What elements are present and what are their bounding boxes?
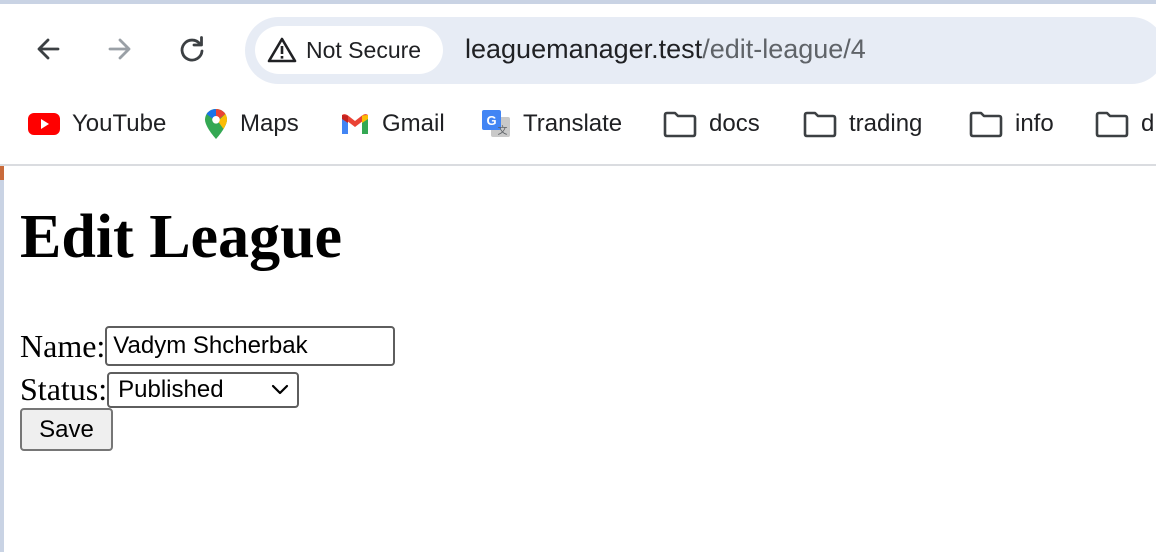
bookmark-youtube[interactable]: YouTube (28, 106, 166, 142)
url-path: /edit-league/4 (702, 34, 866, 64)
back-arrow-icon (37, 38, 60, 60)
save-button[interactable]: Save (20, 408, 113, 451)
browser-toolbar: Not Secure leaguemanager.test/edit-leagu… (0, 0, 1156, 166)
forward-button[interactable] (98, 27, 142, 71)
address-bar[interactable]: Not Secure leaguemanager.test/edit-leagu… (245, 17, 1156, 84)
bookmark-label: Gmail (382, 110, 445, 137)
name-row: Name: (20, 326, 396, 366)
bookmark-label: Maps (240, 110, 299, 137)
status-select[interactable]: Published (107, 371, 300, 408)
bookmark-maps[interactable]: Maps (204, 106, 299, 142)
page-title: Edit League (20, 203, 343, 271)
bookmark-label: info (1015, 110, 1054, 137)
name-field[interactable] (105, 326, 396, 366)
url-text[interactable]: leaguemanager.test/edit-league/4 (465, 34, 866, 65)
bookmark-folder-docs[interactable]: docs (663, 106, 760, 142)
youtube-icon (28, 113, 60, 135)
warning-icon (267, 37, 297, 63)
security-chip-label: Not Secure (306, 36, 422, 63)
status-row: Status: Published (20, 371, 300, 408)
translate-icon: G 文 (482, 110, 510, 137)
window-edge-mark (0, 166, 4, 180)
folder-icon (663, 111, 697, 138)
bookmark-label: YouTube (72, 110, 167, 137)
bookmarks-bar: YouTube Maps Gmail G 文 Translate docs tr… (0, 100, 1156, 148)
svg-text:G: G (486, 113, 496, 128)
bookmark-folder-trading[interactable]: trading (803, 106, 922, 142)
reload-button[interactable] (170, 27, 214, 71)
status-selected-value: Published (118, 375, 224, 403)
name-label: Name: (20, 327, 106, 364)
bookmark-folder-info[interactable]: info (969, 106, 1054, 142)
status-label: Status: (20, 371, 108, 407)
bookmark-label: docs (709, 110, 760, 137)
gmail-icon (342, 114, 368, 134)
bookmark-folder-d[interactable]: d (1095, 106, 1154, 142)
svg-text:文: 文 (498, 124, 508, 137)
bookmark-label: Translate (523, 110, 623, 137)
security-chip[interactable]: Not Secure (255, 26, 443, 74)
back-button[interactable] (26, 27, 70, 71)
bookmark-gmail[interactable]: Gmail (340, 106, 445, 142)
url-host: leaguemanager.test (465, 34, 703, 64)
forward-arrow-icon (108, 38, 131, 60)
toolbar-divider (0, 164, 1156, 166)
folder-icon (969, 111, 1003, 138)
bookmark-translate[interactable]: G 文 Translate (481, 106, 622, 142)
bookmark-label: d (1141, 110, 1155, 137)
folder-icon (803, 111, 837, 138)
reload-icon (180, 36, 204, 62)
tab-strip-edge (0, 0, 1156, 4)
folder-icon (1095, 111, 1129, 138)
chevron-down-icon (272, 384, 289, 394)
bookmark-label: trading (849, 110, 923, 137)
maps-icon (205, 109, 227, 139)
